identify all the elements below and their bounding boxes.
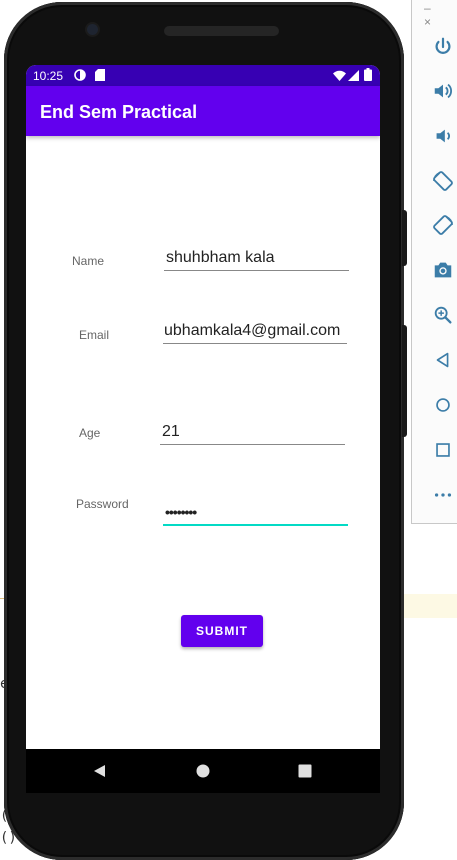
zoom-icon[interactable] — [431, 303, 455, 327]
desktop-background: e ( () – × — [0, 0, 457, 860]
status-bar: 10:25 — [26, 65, 380, 86]
editor-highlight-strip — [402, 594, 457, 618]
password-label: Password — [76, 497, 129, 511]
email-field-value: ubhamkala4@gmail.com — [164, 322, 341, 339]
volume-rocker — [402, 210, 407, 266]
app-title: End Sem Practical — [40, 102, 198, 122]
password-field-value: •••••••• — [165, 504, 197, 520]
front-camera — [87, 24, 98, 35]
submit-button[interactable]: SUBMIT — [181, 615, 263, 647]
password-field[interactable]: •••••••• — [163, 500, 348, 526]
power-icon[interactable] — [431, 35, 455, 59]
nav-home-icon[interactable] — [194, 762, 212, 780]
rotate-right-icon[interactable] — [431, 213, 455, 237]
age-field[interactable]: 21 — [160, 419, 345, 445]
app-bar: End Sem Practical — [26, 86, 380, 136]
overview-icon[interactable] — [431, 438, 455, 462]
power-side-button — [402, 325, 407, 437]
name-label: Name — [72, 254, 105, 268]
home-icon[interactable] — [431, 393, 455, 417]
sd-card-icon — [95, 69, 105, 81]
rotate-left-icon[interactable] — [431, 169, 455, 193]
earpiece-speaker — [164, 26, 279, 36]
app-screen: 10:25 End Sem Practical Name shuhbham ka… — [26, 65, 380, 749]
email-label: Email — [79, 328, 110, 342]
name-field[interactable]: shuhbham kala — [164, 245, 349, 271]
nav-overview-icon[interactable] — [296, 762, 314, 780]
more-icon[interactable] — [431, 483, 455, 507]
status-time: 10:25 — [33, 69, 64, 83]
volume-down-icon[interactable] — [431, 124, 455, 148]
name-field-value: shuhbham kala — [166, 249, 275, 266]
back-icon[interactable] — [431, 348, 455, 372]
wifi-icon — [333, 70, 346, 81]
emulator-toolbar: – × — [411, 0, 457, 524]
age-label: Age — [79, 426, 101, 440]
window-controls[interactable]: – × — [424, 1, 457, 29]
signal-icon — [348, 70, 359, 81]
nav-back-icon[interactable] — [91, 762, 109, 780]
navigation-bar — [26, 749, 380, 793]
email-field[interactable]: ubhamkala4@gmail.com — [163, 318, 347, 344]
volume-up-icon[interactable] — [431, 79, 455, 103]
camera-icon[interactable] — [431, 258, 455, 282]
age-field-value: 21 — [162, 423, 180, 440]
data-saver-icon — [74, 69, 86, 81]
battery-icon — [364, 68, 372, 81]
